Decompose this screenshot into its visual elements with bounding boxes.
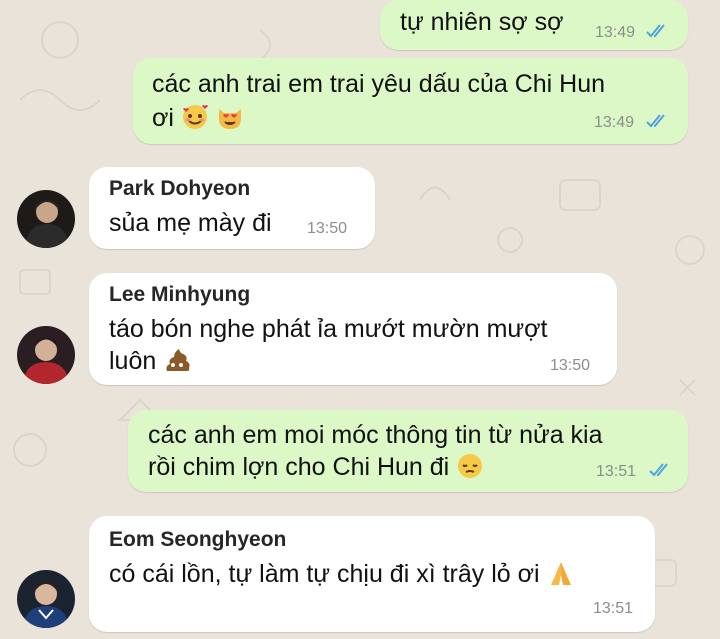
avatar-eom-seonghyeon[interactable]	[17, 570, 75, 628]
outgoing-message-bubble[interactable]: các anh trai em trai yêu dấu của Chi Hun…	[133, 58, 688, 144]
incoming-message-bubble[interactable]: Park Dohyeon sủa mẹ mày đi 13:50	[89, 167, 375, 249]
message-text: luôn	[109, 347, 157, 375]
message-timestamp: 13:49	[595, 24, 636, 41]
message-text: các anh trai em trai yêu dấu của Chi Hun	[152, 70, 606, 98]
read-double-check-icon	[646, 24, 665, 38]
message-text: các anh em moi móc thông tin từ nửa kia	[148, 421, 603, 449]
outgoing-message-bubble[interactable]: tự nhiên sợ sợ 13:49	[380, 0, 688, 50]
message-text: sủa mẹ mày đi	[109, 209, 272, 237]
avatar-park-dohyeon[interactable]	[17, 190, 75, 248]
sender-name: Lee Minhyung	[109, 283, 251, 306]
message-timestamp: 13:49	[594, 114, 635, 131]
read-double-check-icon	[646, 114, 665, 128]
incoming-message-bubble[interactable]: Lee Minhyung táo bón nghe phát ỉa mướt m…	[89, 273, 617, 385]
message-text-line-2: rồi chim lợn cho Chi Hun đi	[148, 449, 484, 485]
message-text-line-2: ơi	[152, 100, 244, 136]
message-text: ơi	[152, 104, 174, 132]
message-text-line-2: luôn	[109, 343, 191, 379]
message-text: có cái lồn, tự làm tự chịu đi xì trây lỏ…	[109, 560, 540, 588]
message-text-line: có cái lồn, tự làm tự chịu đi xì trây lỏ…	[109, 556, 575, 592]
avatar-lee-minhyung[interactable]	[17, 326, 75, 384]
message-text: táo bón nghe phát ỉa mướt mườn mượt	[109, 315, 548, 343]
message-text: rồi chim lợn cho Chi Hun đi	[148, 453, 450, 481]
pensive-face-emoji	[458, 454, 483, 479]
incoming-message-bubble[interactable]: Eom Seonghyeon có cái lồn, tự làm tự chị…	[89, 516, 655, 632]
message-timestamp: 13:50	[307, 220, 348, 237]
folded-hands-emoji	[550, 562, 571, 586]
sender-name: Eom Seonghyeon	[109, 528, 287, 551]
heart-eyes-cat-emoji	[218, 109, 241, 130]
message-timestamp: 13:51	[596, 463, 637, 480]
read-double-check-icon	[649, 463, 668, 477]
smiling-face-with-hearts-emoji	[182, 105, 208, 130]
sender-name: Park Dohyeon	[109, 177, 251, 200]
outgoing-message-bubble[interactable]: các anh em moi móc thông tin từ nửa kia …	[128, 410, 688, 492]
pile-of-poo-emoji	[166, 349, 190, 372]
message-text: tự nhiên sợ sợ	[400, 8, 564, 36]
message-timestamp: 13:51	[593, 600, 634, 617]
message-timestamp: 13:50	[550, 357, 591, 374]
